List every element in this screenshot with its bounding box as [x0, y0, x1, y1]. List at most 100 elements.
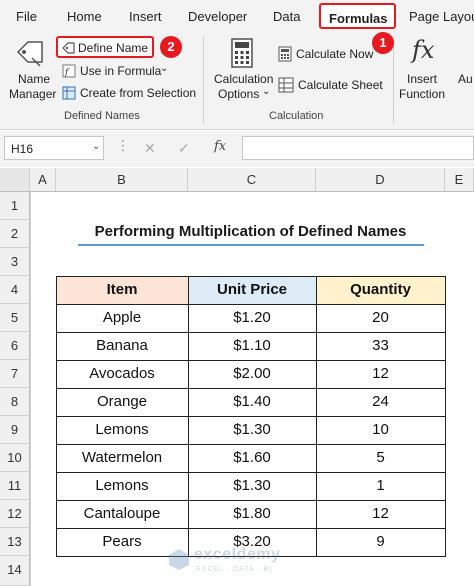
column-header-d[interactable]: D	[316, 168, 445, 192]
enter-icon[interactable]: ✓	[178, 140, 190, 157]
name-manager-button[interactable]	[10, 38, 50, 70]
table-cell[interactable]: $1.80	[188, 500, 316, 528]
cancel-icon[interactable]: ✕	[144, 140, 156, 157]
row-header[interactable]: 7	[0, 360, 30, 388]
tab-file[interactable]: File	[16, 9, 37, 24]
step-badge-1: 1	[372, 32, 394, 54]
grid-selection-icon	[62, 86, 76, 100]
row-header[interactable]: 13	[0, 528, 30, 556]
table-border	[56, 276, 57, 557]
table-cell[interactable]: $1.10	[188, 332, 316, 360]
table-cell[interactable]: Lemons	[56, 472, 188, 500]
define-name-label: Define Name	[78, 41, 149, 55]
table-header-cell[interactable]: Item	[56, 276, 188, 304]
insert-function-button[interactable]: fx	[408, 36, 440, 68]
formula-bar: H16 ⌄ ⋮ ✕ ✓ fx	[0, 131, 474, 167]
table-cell[interactable]: Orange	[56, 388, 188, 416]
tab-page-layout[interactable]: Page Layou	[409, 9, 474, 24]
calculate-sheet-button[interactable]: Calculate Sheet	[278, 76, 400, 94]
exceldemy-watermark: exceldemy EXCEL · DATA · BI	[168, 544, 318, 578]
row-header[interactable]: 14	[0, 556, 30, 586]
calculate-now-label: Calculate Now	[296, 47, 374, 61]
table-cell[interactable]: $1.40	[188, 388, 316, 416]
table-cell[interactable]: 10	[316, 416, 445, 444]
calculator-small-icon	[278, 46, 292, 62]
use-in-formula-button[interactable]: f Use in Formula ⌄	[60, 62, 170, 80]
table-cell[interactable]: Lemons	[56, 416, 188, 444]
row-header[interactable]: 1	[0, 192, 30, 220]
calculation-options-label-1: Calculation	[214, 72, 274, 86]
table-cell[interactable]: Cantaloupe	[56, 500, 188, 528]
table-cell[interactable]: $2.00	[188, 360, 316, 388]
tab-formulas[interactable]: Formulas	[319, 3, 396, 29]
column-header-a[interactable]: A	[30, 168, 56, 192]
chevron-down-icon[interactable]: ⌄	[92, 141, 100, 152]
tag-icon	[62, 42, 75, 54]
tab-insert[interactable]: Insert	[129, 9, 162, 24]
table-border	[56, 332, 446, 333]
table-border	[56, 304, 446, 305]
column-header-c[interactable]: C	[188, 168, 316, 192]
table-border	[56, 276, 446, 277]
row-header[interactable]: 9	[0, 416, 30, 444]
create-from-selection-button[interactable]: Create from Selection	[60, 84, 196, 102]
table-cell[interactable]: Banana	[56, 332, 188, 360]
column-header-b[interactable]: B	[56, 168, 188, 192]
insert-function-fx-icon[interactable]: fx	[214, 139, 226, 154]
row-header[interactable]: 12	[0, 500, 30, 528]
formula-input[interactable]	[242, 136, 474, 160]
table-cell[interactable]: Watermelon	[56, 444, 188, 472]
table-cell[interactable]: 5	[316, 444, 445, 472]
autosum-label-cut: Au	[458, 72, 473, 86]
tab-developer[interactable]: Developer	[188, 9, 247, 24]
table-border	[188, 276, 189, 557]
function-icon: fx	[412, 36, 435, 64]
fx-small-icon: f	[62, 64, 76, 78]
row-header[interactable]: 8	[0, 388, 30, 416]
table-border	[56, 444, 446, 445]
calculation-options-button[interactable]	[230, 38, 254, 68]
insert-function-label-1: Insert	[407, 72, 438, 86]
sheet-title[interactable]: Performing Multiplication of Defined Nam…	[56, 220, 445, 244]
table-cell[interactable]: 24	[316, 388, 445, 416]
select-all-corner[interactable]	[0, 168, 30, 192]
worksheet-grid: A B C D E 1 2 3 4 5 6 7 8 9 10 11 12 13 14 Performing…	[0, 168, 474, 586]
table-cell[interactable]: $1.20	[188, 304, 316, 332]
column-header-e[interactable]: E	[445, 168, 474, 192]
name-manager-label-1: Name	[18, 72, 51, 86]
table-cell[interactable]: 12	[316, 360, 445, 388]
ribbon-formulas: Name Manager Define Name 2 f Use in Form…	[0, 32, 474, 130]
define-name-button[interactable]: Define Name	[56, 36, 154, 58]
table-cell[interactable]: $1.30	[188, 472, 316, 500]
table-cell[interactable]: 12	[316, 500, 445, 528]
table-cell[interactable]: $1.30	[188, 416, 316, 444]
watermark-tagline: EXCEL · DATA · BI	[196, 566, 272, 573]
defined-names-group-label: Defined Names	[64, 110, 140, 122]
table-header-cell[interactable]: Quantity	[316, 276, 445, 304]
name-manager-label-2: Manager	[9, 87, 57, 101]
table-cell[interactable]: 33	[316, 332, 445, 360]
table-cell[interactable]: 9	[316, 528, 445, 556]
table-cell[interactable]: Avocados	[56, 360, 188, 388]
group-divider	[203, 36, 204, 124]
table-cell[interactable]: 20	[316, 304, 445, 332]
table-border	[56, 416, 446, 417]
row-header[interactable]: 5	[0, 304, 30, 332]
calculation-group-label: Calculation	[269, 110, 324, 122]
table-header-cell[interactable]: Unit Price	[188, 276, 316, 304]
tab-data[interactable]: Data	[273, 9, 300, 24]
table-cell[interactable]: $1.60	[188, 444, 316, 472]
name-box[interactable]: H16	[4, 136, 104, 160]
row-header[interactable]: 10	[0, 444, 30, 472]
row-header[interactable]: 2	[0, 220, 30, 248]
table-cell[interactable]: 1	[316, 472, 445, 500]
row-header[interactable]: 3	[0, 248, 30, 276]
row-header[interactable]: 6	[0, 332, 30, 360]
row-header[interactable]: 4	[0, 276, 30, 304]
tab-home[interactable]: Home	[67, 9, 102, 24]
row-header[interactable]: 11	[0, 472, 30, 500]
table-cell[interactable]: Apple	[56, 304, 188, 332]
group-divider	[393, 36, 394, 124]
watermark-brand: exceldemy	[194, 546, 281, 563]
tab-formulas-label: Formulas	[329, 11, 388, 26]
